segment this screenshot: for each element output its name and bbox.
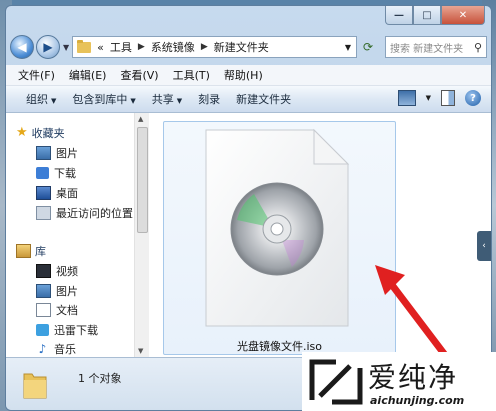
breadcrumb-new-folder[interactable]: 新建文件夹 [214,39,269,55]
watermark-logo: 爱纯净 aichunjing.com [302,352,496,411]
address-dropdown-icon[interactable]: ▼ [340,43,356,52]
sidebar-item-desktop[interactable]: 桌面 [36,185,78,201]
recent-places-icon [36,206,51,220]
menu-view[interactable]: 查看(V) [120,67,158,83]
minimize-button[interactable]: — [385,6,413,25]
forward-button[interactable]: ▶ [36,35,60,59]
folder-icon [77,39,92,53]
share-label: 共享 [151,93,174,106]
navigation-pane: ★ 收藏夹 图片 下载 桌面 最近访问的位置 库 视频 图片 文档 迅雷下载 ♪… [6,113,134,357]
breadcrumb-separator-icon[interactable]: ▶ [138,42,145,52]
sidebar-item-label: 桌面 [56,187,78,200]
watermark-brand: 爱纯净 [368,361,459,394]
sidebar-item-music[interactable]: ♪ 音乐 [36,341,76,357]
favorites-section[interactable]: ★ 收藏夹 [16,125,65,141]
address-row: ◀ ▶ ▼ « 工具 ▶ 系统镜像 ▶ 新建文件夹 ▼ ⟳ 搜索 新建文件夹 ⚲ [10,34,487,60]
sidebar-item-label: 音乐 [54,343,76,356]
menu-bar: 文件(F) 编辑(E) 查看(V) 工具(T) 帮助(H) [6,65,491,86]
library-icon [16,244,31,258]
scrollbar-thumb[interactable] [137,127,148,233]
search-input[interactable]: 搜索 新建文件夹 ⚲ [385,36,487,58]
content-area: ★ 收藏夹 图片 下载 桌面 最近访问的位置 库 视频 图片 文档 迅雷下载 ♪… [6,113,491,359]
download-icon [36,167,49,179]
video-icon [36,264,51,278]
search-icon: ⚲ [473,40,482,54]
sidebar-item-pictures[interactable]: 图片 [36,145,78,161]
new-folder-button[interactable]: 新建文件夹 [236,91,291,107]
chevron-down-icon: ▼ [51,97,57,105]
back-button[interactable]: ◀ [10,35,34,59]
document-icon [36,303,51,317]
menu-edit[interactable]: 编辑(E) [69,67,107,83]
sidebar-item-label: 迅雷下载 [54,324,98,337]
organize-label: 组织 [26,93,48,106]
xunlei-icon [36,324,49,336]
sidebar-item-label: 文档 [56,304,78,317]
folder-icon [23,373,47,399]
close-button[interactable]: ✕ [441,6,485,25]
chevron-down-icon: ▼ [176,97,183,105]
refresh-button[interactable]: ⟳ [357,37,379,57]
favorites-label: 收藏夹 [31,127,65,140]
red-arrow-annotation [375,265,449,359]
view-dropdown-icon[interactable]: ▼ [426,94,431,102]
refresh-icon: ⟳ [362,40,374,54]
include-in-library-button[interactable]: 包含到库中 ▼ [72,91,135,107]
explorer-window: — □ ✕ ◀ ▶ ▼ « 工具 ▶ 系统镜像 ▶ 新建文件夹 ▼ ⟳ 搜索 新… [5,5,492,411]
help-icon[interactable]: ? [465,90,481,106]
watermark-url: aichunjing.com [370,394,465,407]
sidebar-item-documents[interactable]: 文档 [36,302,78,318]
logo-mark-icon [309,359,363,405]
maximize-button[interactable]: □ [413,6,441,25]
share-button[interactable]: 共享 ▼ [152,91,182,107]
menu-file[interactable]: 文件(F) [18,67,55,83]
scroll-up-icon[interactable]: ▲ [138,115,143,123]
sidebar-item-xunlei-downloads[interactable]: 迅雷下载 [36,322,98,338]
address-prefix[interactable]: « [97,41,104,54]
scroll-down-icon[interactable]: ▼ [138,347,143,355]
breadcrumb-tools[interactable]: 工具 [110,39,132,55]
scroll-right-icon[interactable]: ‹ [477,231,491,261]
item-count: 1 个对象 [78,372,122,385]
search-placeholder: 搜索 新建文件夹 [390,43,464,55]
change-view-icon[interactable] [397,90,416,106]
caption-buttons: — □ ✕ [385,6,485,25]
sidebar-item-library-pictures[interactable]: 图片 [36,283,78,299]
sidebar-item-videos[interactable]: 视频 [36,263,78,279]
sidebar-item-label: 视频 [56,265,78,278]
command-bar: 组织 ▼ 包含到库中 ▼ 共享 ▼ 刻录 新建文件夹 ▼ ? [6,86,491,113]
music-icon: ♪ [38,342,47,356]
file-item[interactable]: 光盘镜像文件.iso [163,121,396,355]
address-bar[interactable]: « 工具 ▶ 系统镜像 ▶ 新建文件夹 ▼ [72,36,357,58]
menu-tools[interactable]: 工具(T) [173,67,210,83]
include-in-library-label: 包含到库中 [72,93,128,106]
recent-pages-dropdown[interactable]: ▼ [63,43,69,52]
file-list-pane: 光盘镜像文件.iso ‹ [149,113,491,359]
star-icon: ★ [16,125,28,140]
chevron-down-icon: ▼ [130,97,136,105]
breadcrumb-system-image[interactable]: 系统镜像 [151,39,195,55]
libraries-section[interactable]: 库 [16,243,46,259]
arrow-right-icon: ▶ [43,40,53,54]
preview-pane-icon[interactable] [441,90,455,106]
menu-help[interactable]: 帮助(H) [224,67,263,83]
sidebar-item-label: 图片 [56,147,78,160]
arrow-left-icon: ◀ [17,40,27,54]
organize-button[interactable]: 组织 ▼ [26,91,56,107]
burn-button[interactable]: 刻录 [198,91,220,107]
navigation-scrollbar[interactable]: ▲ ▼ [134,113,149,357]
view-controls: ▼ ? [397,90,481,106]
desktop-icon [36,186,51,200]
sidebar-item-label: 图片 [56,285,78,298]
iso-disc-icon [205,128,350,327]
sidebar-item-label: 最近访问的位置 [56,207,133,220]
sidebar-item-recent-places[interactable]: 最近访问的位置 [36,205,133,221]
pictures-icon [36,146,51,160]
pictures-icon [36,284,51,298]
breadcrumb-separator-icon[interactable]: ▶ [201,42,208,52]
sidebar-item-downloads[interactable]: 下载 [36,165,76,181]
libraries-label: 库 [35,245,46,258]
sidebar-item-label: 下载 [54,167,76,180]
